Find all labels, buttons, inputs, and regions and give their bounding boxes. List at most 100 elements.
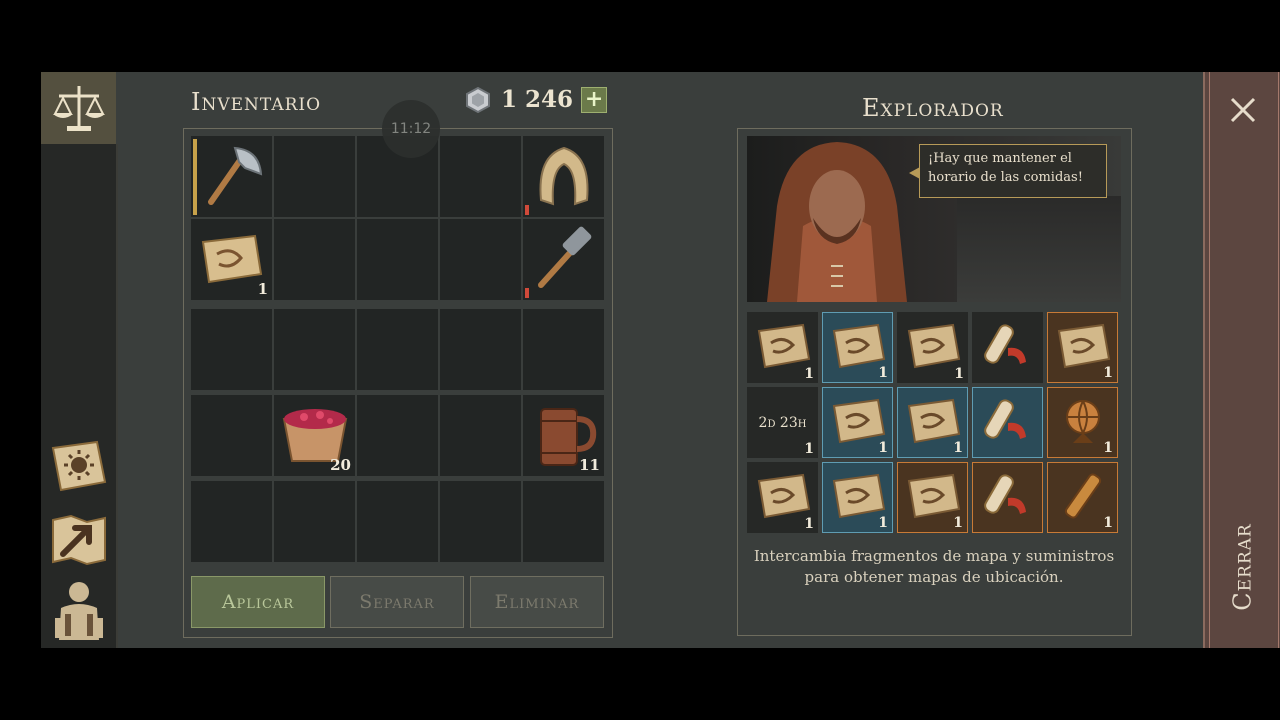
equipment-slot[interactable] bbox=[440, 136, 521, 217]
close-panel[interactable]: Cerrar bbox=[1203, 72, 1280, 648]
backpack-slot[interactable] bbox=[191, 481, 272, 562]
trade-item-slot[interactable]: 1 bbox=[897, 312, 968, 383]
backpack-slot[interactable] bbox=[357, 481, 438, 562]
sun-book-icon bbox=[51, 440, 107, 492]
item-quantity: 1 bbox=[804, 366, 814, 382]
item-quantity: 1 bbox=[878, 365, 888, 381]
item-quantity: 1 bbox=[257, 280, 268, 298]
backpack-slot[interactable] bbox=[357, 309, 438, 390]
map-fragment-icon bbox=[905, 396, 961, 450]
item-quantity: 1 bbox=[1103, 365, 1113, 381]
trade-item-slot[interactable]: 1 bbox=[822, 387, 893, 458]
trade-item-slot[interactable]: 1 bbox=[822, 462, 893, 533]
nav-journal-button[interactable] bbox=[47, 434, 111, 498]
globe-icon bbox=[1055, 393, 1111, 453]
item-quantity: 1 bbox=[953, 440, 963, 456]
trade-item-slot[interactable]: 1 bbox=[747, 312, 818, 383]
map-fragment-icon bbox=[905, 471, 961, 525]
equipment-slot[interactable] bbox=[274, 219, 355, 300]
game-screen: Inventario 1 246 + 1 20 11 11:12 Aplicar … bbox=[41, 72, 1280, 648]
equipment-slot[interactable] bbox=[523, 136, 604, 217]
nav-map-button[interactable] bbox=[47, 508, 111, 572]
backpack-slot[interactable] bbox=[440, 395, 521, 476]
trade-tab-active[interactable] bbox=[41, 72, 116, 144]
equipment-grid: 1 bbox=[191, 136, 604, 300]
trade-item-slot[interactable]: 1 bbox=[897, 462, 968, 533]
item-quantity: 11 bbox=[579, 456, 600, 474]
close-label: Cerrar bbox=[1229, 523, 1258, 611]
scroll-ribbon-icon bbox=[980, 393, 1036, 453]
backpack-slot[interactable] bbox=[274, 309, 355, 390]
portrait-background bbox=[957, 196, 1121, 302]
backpack-grid: 20 11 bbox=[191, 309, 604, 565]
backpack-slot[interactable] bbox=[274, 481, 355, 562]
backpack-slot[interactable] bbox=[440, 481, 521, 562]
backpack-slot[interactable] bbox=[191, 309, 272, 390]
item-quantity: 1 bbox=[1103, 515, 1113, 531]
equipment-slot[interactable] bbox=[274, 136, 355, 217]
trade-item-slot[interactable] bbox=[972, 312, 1043, 383]
map-scroll-icon bbox=[197, 228, 267, 292]
clock-overlay: 11:12 bbox=[382, 100, 440, 158]
backpack-slot[interactable] bbox=[191, 395, 272, 476]
explorer-trade-grid: 1 1 1 1 2d 23h 1 1 1 1 1 1 1 1 bbox=[747, 312, 1118, 533]
close-button[interactable]: Cerrar bbox=[1205, 512, 1280, 622]
backpack-slot[interactable]: 20 bbox=[274, 395, 355, 476]
trade-item-slot[interactable]: 1 bbox=[747, 462, 818, 533]
hood-icon bbox=[531, 140, 597, 214]
item-quantity: 1 bbox=[1103, 440, 1113, 456]
scales-icon bbox=[53, 86, 105, 131]
trade-item-slot[interactable]: 1 bbox=[1047, 312, 1118, 383]
explorer-description: Intercambia fragmentos de mapa y suminis… bbox=[753, 547, 1115, 586]
map-fragment-icon bbox=[830, 471, 886, 525]
close-icon[interactable] bbox=[1227, 94, 1259, 126]
equipment-slot[interactable] bbox=[440, 219, 521, 300]
trade-item-slot[interactable] bbox=[972, 387, 1043, 458]
durability-bar bbox=[525, 205, 529, 215]
item-quantity: 20 bbox=[330, 456, 351, 474]
equipment-slot[interactable] bbox=[357, 219, 438, 300]
apply-button[interactable]: Aplicar bbox=[191, 576, 325, 628]
map-fragment-icon bbox=[905, 321, 961, 375]
currency-amount: 1 246 bbox=[501, 86, 574, 113]
cooldown-timer: 2d 23h bbox=[758, 414, 807, 431]
delete-button[interactable]: Eliminar bbox=[470, 576, 604, 628]
item-quantity: 1 bbox=[953, 515, 963, 531]
backpack-slot[interactable] bbox=[523, 309, 604, 390]
trade-item-slot[interactable]: 2d 23h 1 bbox=[747, 387, 818, 458]
nav-character-button[interactable] bbox=[47, 578, 111, 642]
split-button[interactable]: Separar bbox=[330, 576, 464, 628]
equipment-slot[interactable]: 1 bbox=[191, 219, 272, 300]
character-icon bbox=[55, 582, 103, 640]
add-currency-button[interactable]: + bbox=[581, 86, 608, 113]
item-quantity: 1 bbox=[954, 366, 964, 382]
explorer-title: Explorador bbox=[862, 94, 1004, 122]
backpack-slot[interactable]: 11 bbox=[523, 395, 604, 476]
map-fragment-icon bbox=[1055, 321, 1111, 375]
durability-bar bbox=[193, 139, 197, 215]
backpack-slot[interactable] bbox=[357, 395, 438, 476]
backpack-slot[interactable] bbox=[440, 309, 521, 390]
map-fragment-icon bbox=[830, 396, 886, 450]
equipment-slot[interactable] bbox=[191, 136, 272, 217]
map-fragment-icon bbox=[755, 471, 811, 525]
trade-item-slot[interactable]: 1 bbox=[1047, 462, 1118, 533]
item-quantity: 1 bbox=[878, 440, 888, 456]
trade-item-slot[interactable]: 1 bbox=[1047, 387, 1118, 458]
hammer-icon bbox=[529, 223, 599, 297]
scroll-ribbon-icon bbox=[980, 468, 1036, 528]
map-fragment-icon bbox=[830, 321, 886, 375]
trade-item-slot[interactable]: 1 bbox=[897, 387, 968, 458]
equipment-slot[interactable] bbox=[523, 219, 604, 300]
item-quantity: 1 bbox=[804, 441, 814, 457]
currency-display: 1 246 + bbox=[465, 86, 608, 113]
trade-item-slot[interactable] bbox=[972, 462, 1043, 533]
trade-item-slot[interactable]: 1 bbox=[822, 312, 893, 383]
hooded-explorer-icon bbox=[767, 142, 907, 302]
left-nav bbox=[41, 72, 118, 648]
backpack-slot[interactable] bbox=[523, 481, 604, 562]
map-fragment-icon bbox=[755, 321, 811, 375]
map-arrow-icon bbox=[52, 514, 106, 566]
spyglass-icon bbox=[1055, 468, 1111, 528]
silver-coin-icon bbox=[466, 86, 490, 113]
